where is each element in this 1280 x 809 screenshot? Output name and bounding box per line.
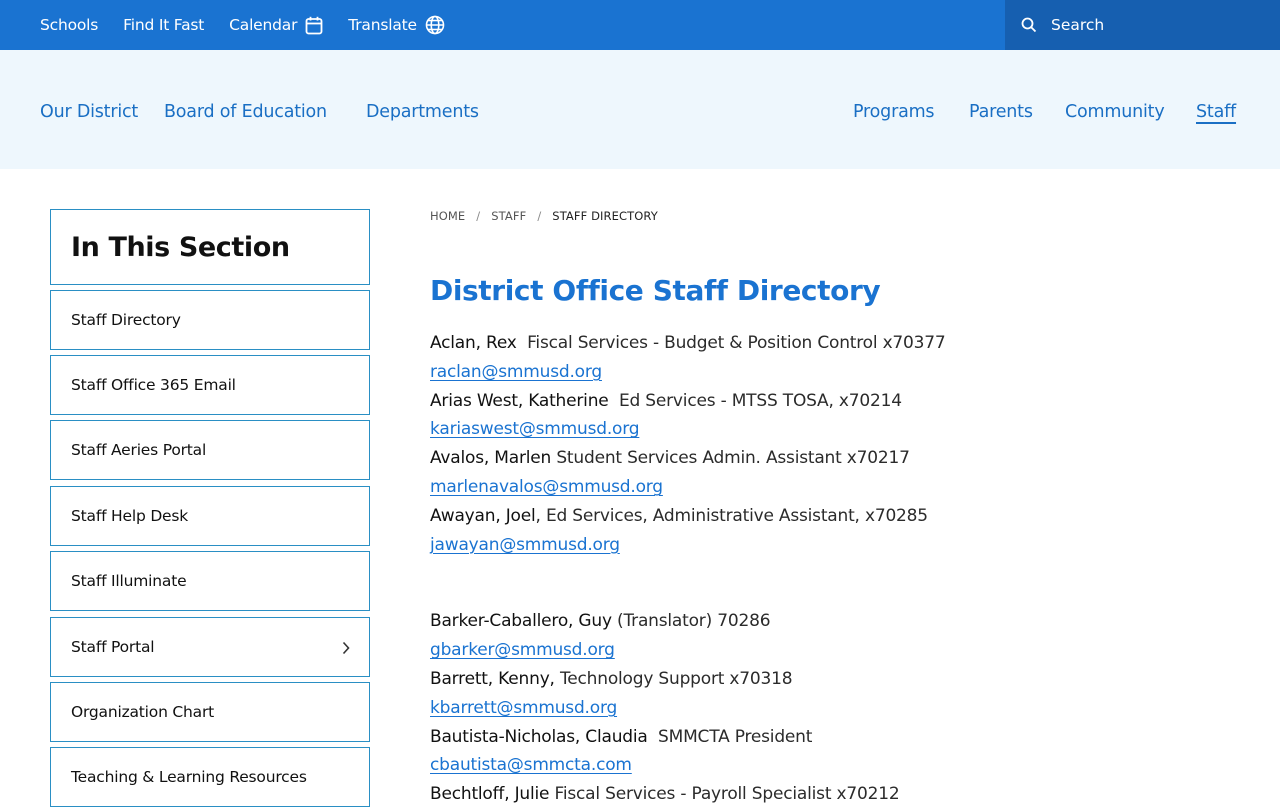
- staff-name: Barker-Caballero, Guy: [430, 611, 612, 632]
- translate-link[interactable]: Translate: [348, 15, 445, 35]
- nav-board-of-education[interactable]: Board of Education: [164, 102, 327, 122]
- directory-entry: Bautista-Nicholas, Claudia SMMCTA Presid…: [430, 723, 1230, 752]
- utility-nav: Schools Find It Fast Calendar Translate: [40, 0, 470, 50]
- directory-entry: Avalos, Marlen Student Services Admin. A…: [430, 444, 1230, 473]
- translate-label: Translate: [348, 16, 417, 34]
- directory-entry: Awayan, Joel, Ed Services, Administrativ…: [430, 502, 1230, 531]
- staff-email-link[interactable]: raclan@smmusd.org: [430, 362, 602, 382]
- directory-entry: Bechtloff, Julie Fiscal Services - Payro…: [430, 780, 1230, 809]
- staff-email-link[interactable]: kbarrett@smmusd.org: [430, 698, 617, 718]
- sidebar-item-staff-directory[interactable]: Staff Directory: [50, 290, 370, 350]
- staff-name: Barrett, Kenny,: [430, 668, 555, 689]
- staff-email-link[interactable]: cbautista@smmcta.com: [430, 755, 632, 775]
- directory-entry: Barker-Caballero, Guy (Translator) 70286: [430, 607, 1230, 636]
- sidebar-item-staff-portal[interactable]: Staff Portal: [50, 617, 370, 677]
- search-input[interactable]: [1051, 16, 1241, 34]
- staff-email-link[interactable]: gbarker@smmusd.org: [430, 640, 615, 660]
- sidebar-item-aeries-portal[interactable]: Staff Aeries Portal: [50, 420, 370, 480]
- staff-email-link[interactable]: jawayan@smmusd.org: [430, 535, 620, 555]
- sidebar-item-label: Staff Help Desk: [71, 507, 189, 525]
- find-it-fast-link[interactable]: Find It Fast: [123, 16, 204, 34]
- staff-email-link[interactable]: kariaswest@smmusd.org: [430, 419, 640, 439]
- search-icon[interactable]: [1021, 17, 1037, 33]
- sidebar-item-help-desk[interactable]: Staff Help Desk: [50, 486, 370, 546]
- staff-name: Avalos, Marlen: [430, 448, 552, 469]
- globe-icon: [425, 15, 445, 35]
- staff-directory-list: Aclan, Rex Fiscal Services - Budget & Po…: [430, 329, 1230, 809]
- sidebar-item-label: Staff Aeries Portal: [71, 441, 207, 459]
- staff-name: Bechtloff, Julie: [430, 784, 550, 805]
- sidebar-item-label: Staff Directory: [71, 311, 181, 329]
- calendar-label: Calendar: [229, 16, 298, 34]
- nav-parents[interactable]: Parents: [969, 102, 1033, 122]
- schools-link[interactable]: Schools: [40, 16, 98, 34]
- staff-name: Awayan, Joel: [430, 505, 536, 526]
- nav-staff[interactable]: Staff: [1196, 102, 1236, 122]
- section-heading: In This Section: [71, 231, 290, 263]
- calendar-link[interactable]: Calendar: [229, 16, 323, 35]
- sidebar-item-label: Staff Office 365 Email: [71, 376, 236, 394]
- breadcrumb-current: STAFF DIRECTORY: [552, 209, 658, 223]
- staff-detail: SMMCTA President: [647, 726, 813, 747]
- sidebar-item-teaching-learning-resources[interactable]: Teaching & Learning Resources: [50, 747, 370, 807]
- sidebar-item-organization-chart[interactable]: Organization Chart: [50, 682, 370, 742]
- breadcrumb-home[interactable]: HOME: [430, 209, 465, 223]
- staff-name: Bautista-Nicholas, Claudia: [430, 726, 648, 747]
- directory-entry: Aclan, Rex Fiscal Services - Budget & Po…: [430, 329, 1230, 358]
- breadcrumb-separator: /: [476, 209, 481, 223]
- find-it-fast-label: Find It Fast: [123, 16, 205, 34]
- staff-detail: Fiscal Services - Payroll Specialist x70…: [549, 784, 900, 805]
- directory-entry: Barrett, Kenny, Technology Support x7031…: [430, 665, 1230, 694]
- sidebar-item-label: Staff Portal: [71, 638, 155, 656]
- sidebar-item-office-365-email[interactable]: Staff Office 365 Email: [50, 355, 370, 415]
- sidebar-item-label: Staff Illuminate: [71, 572, 187, 590]
- staff-detail: Student Services Admin. Assistant x70217: [551, 448, 910, 469]
- sidebar-item-label: Teaching & Learning Resources: [71, 768, 307, 786]
- search-box[interactable]: [1005, 0, 1280, 50]
- page-title: District Office Staff Directory: [430, 274, 881, 307]
- section-nav-heading: In This Section: [50, 209, 370, 285]
- breadcrumb-staff[interactable]: STAFF: [491, 209, 526, 223]
- breadcrumb-separator: /: [537, 209, 542, 223]
- nav-programs[interactable]: Programs: [853, 102, 935, 122]
- sidebar-item-illuminate[interactable]: Staff Illuminate: [50, 551, 370, 611]
- schools-label: Schools: [40, 16, 99, 34]
- staff-detail: (Translator) 70286: [611, 611, 771, 632]
- staff-detail: , Ed Services, Administrative Assistant,…: [535, 505, 929, 526]
- chevron-right-icon[interactable]: [341, 640, 351, 656]
- nav-departments[interactable]: Departments: [366, 102, 479, 122]
- staff-detail: Ed Services - MTSS TOSA, x70214: [608, 390, 902, 411]
- breadcrumb: HOME / STAFF / STAFF DIRECTORY: [430, 209, 658, 223]
- staff-detail: Fiscal Services - Budget & Position Cont…: [516, 333, 946, 353]
- staff-detail: Technology Support x70318: [554, 668, 793, 689]
- staff-email-link[interactable]: marlenavalos@smmusd.org: [430, 477, 663, 497]
- staff-name: Arias West, Katherine: [430, 390, 609, 411]
- utility-bar: Schools Find It Fast Calendar Translate: [0, 0, 1280, 50]
- directory-entry: Arias West, Katherine Ed Services - MTSS…: [430, 387, 1230, 416]
- sidebar-item-label: Organization Chart: [71, 703, 215, 721]
- staff-name: Aclan, Rex: [430, 333, 517, 353]
- nav-community[interactable]: Community: [1065, 102, 1165, 122]
- nav-our-district[interactable]: Our District: [40, 102, 138, 122]
- calendar-icon: [305, 16, 323, 34]
- main-nav: Our District Board of Education Departme…: [0, 50, 1280, 169]
